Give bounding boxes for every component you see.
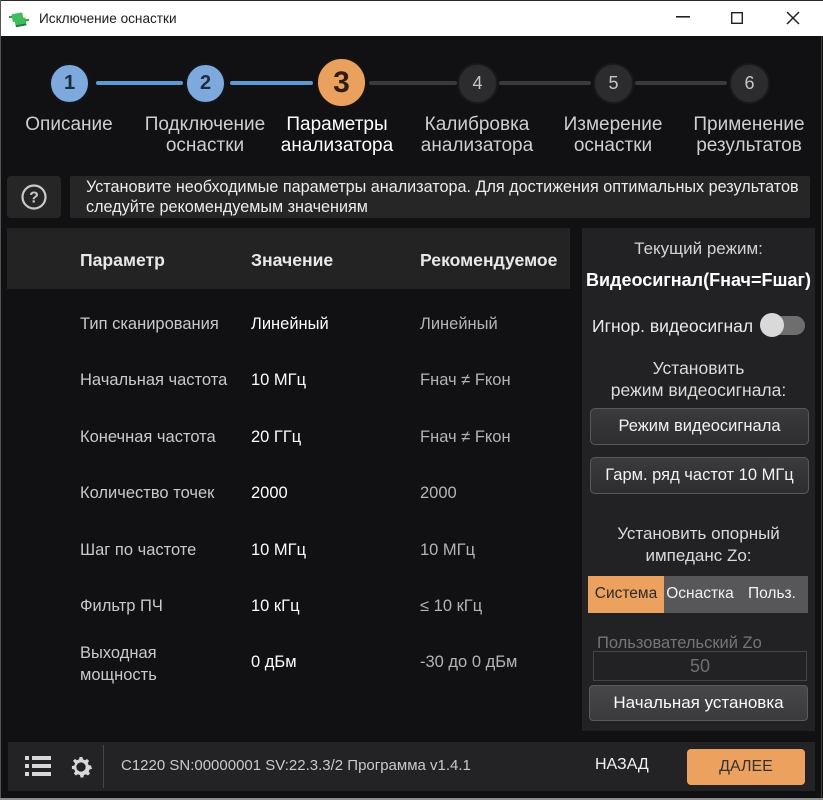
svg-text:?: ? (29, 190, 39, 207)
